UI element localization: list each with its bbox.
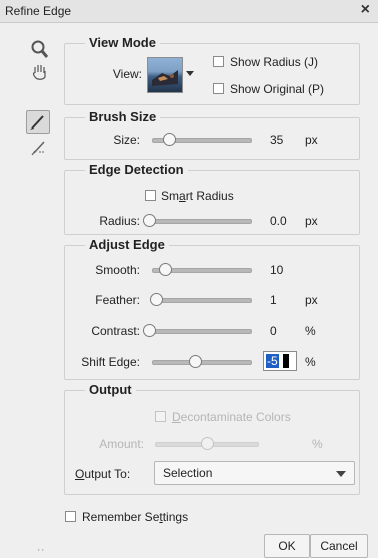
- amount-slider[interactable]: [155, 437, 259, 451]
- amount-unit: %: [312, 437, 323, 451]
- size-unit: px: [305, 133, 318, 147]
- brush-size-title: Brush Size: [85, 109, 161, 124]
- smooth-label: Smooth:: [95, 263, 140, 277]
- feather-value[interactable]: 1: [270, 293, 277, 307]
- radius-slider-track: [147, 219, 252, 224]
- radius-unit: px: [305, 214, 318, 228]
- shift-edge-slider-track: [152, 360, 252, 365]
- resize-grip-icon: ⠠⠄: [34, 543, 48, 553]
- chevron-down-icon: [336, 471, 346, 477]
- show-radius-checkbox[interactable]: [213, 56, 224, 67]
- adjust-edge-title: Adjust Edge: [85, 237, 169, 252]
- show-original-checkbox[interactable]: [213, 83, 224, 94]
- window-title: Refine Edge: [5, 4, 72, 18]
- feather-label: Feather:: [95, 293, 140, 307]
- smooth-slider[interactable]: [148, 263, 252, 277]
- ok-button[interactable]: OK: [264, 534, 310, 558]
- shift-edge-slider-thumb[interactable]: [189, 355, 202, 368]
- show-radius-label[interactable]: Show Radius (J): [230, 55, 318, 69]
- view-mode-title: View Mode: [85, 35, 160, 50]
- text-cursor: [283, 354, 289, 368]
- radius-value[interactable]: 0.0: [270, 214, 287, 228]
- contrast-slider-track: [147, 329, 252, 334]
- size-value[interactable]: 35: [270, 133, 283, 147]
- output-to-label: Output To:: [75, 467, 131, 481]
- shift-edge-unit: %: [305, 355, 316, 369]
- shift-edge-slider[interactable]: [148, 355, 252, 369]
- output-to-select[interactable]: Selection: [154, 461, 355, 485]
- radius-label: Radius:: [99, 214, 140, 228]
- remember-settings-label[interactable]: Remember Settings: [82, 510, 188, 524]
- close-icon[interactable]: ×: [361, 1, 370, 19]
- radius-slider[interactable]: [143, 214, 252, 228]
- size-slider[interactable]: [148, 133, 252, 147]
- view-thumbnail: [147, 57, 183, 93]
- hand-tool-icon[interactable]: [30, 62, 50, 82]
- decontaminate-label[interactable]: Decontaminate Colors: [172, 410, 291, 424]
- output-title: Output: [85, 382, 136, 397]
- feather-slider-track: [152, 298, 252, 303]
- output-to-value: Selection: [163, 466, 213, 480]
- dropdown-arrow-icon: [186, 71, 194, 76]
- amount-label: Amount:: [99, 437, 144, 451]
- smart-radius-checkbox[interactable]: [145, 190, 156, 201]
- refine-radius-brush-icon[interactable]: [26, 110, 50, 134]
- contrast-unit: %: [305, 324, 316, 338]
- edge-detection-title: Edge Detection: [85, 162, 188, 177]
- smooth-slider-thumb[interactable]: [159, 263, 172, 276]
- smart-radius-label[interactable]: Smart Radius: [161, 189, 234, 203]
- view-thumbnail-dropdown[interactable]: [147, 57, 197, 93]
- decontaminate-checkbox[interactable]: [155, 411, 166, 422]
- cancel-button[interactable]: Cancel: [310, 534, 368, 558]
- show-original-label[interactable]: Show Original (P): [230, 82, 324, 96]
- amount-slider-thumb[interactable]: [201, 437, 214, 450]
- feather-slider-thumb[interactable]: [150, 293, 163, 306]
- shift-edge-label: Shift Edge:: [81, 355, 140, 369]
- erase-refinements-icon[interactable]: [29, 138, 51, 158]
- contrast-slider-thumb[interactable]: [143, 324, 156, 337]
- contrast-label: Contrast:: [91, 324, 140, 338]
- feather-slider[interactable]: [148, 293, 252, 307]
- title-bar: Refine Edge ×: [0, 0, 378, 23]
- shift-edge-input[interactable]: -5: [263, 351, 297, 371]
- size-slider-thumb[interactable]: [163, 133, 176, 146]
- feather-unit: px: [305, 293, 318, 307]
- smooth-value[interactable]: 10: [270, 263, 283, 277]
- remember-settings-checkbox[interactable]: [65, 511, 76, 522]
- zoom-tool-icon[interactable]: [31, 40, 49, 60]
- view-label: View:: [112, 67, 142, 81]
- contrast-value[interactable]: 0: [270, 324, 277, 338]
- contrast-slider[interactable]: [143, 324, 252, 338]
- size-label: Size:: [113, 133, 140, 147]
- shift-edge-value: -5: [266, 354, 279, 368]
- radius-slider-thumb[interactable]: [143, 214, 156, 227]
